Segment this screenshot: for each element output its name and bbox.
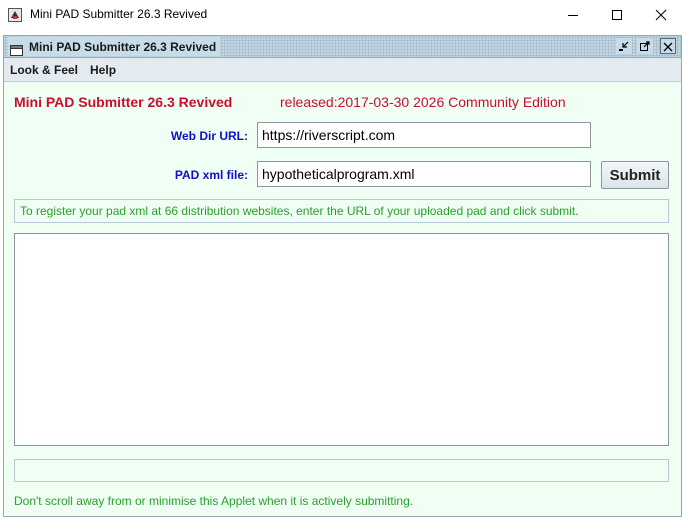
pad-xml-file-label: PAD xml file: [174, 168, 248, 182]
submit-button[interactable]: Submit [601, 161, 669, 189]
frame-maximize-button[interactable] [637, 38, 653, 54]
internal-frame: Mini PAD Submitter 26.3 Revived Look & F… [3, 35, 682, 517]
internal-frame-title-bar[interactable]: Mini PAD Submitter 26.3 Revived [4, 36, 681, 58]
pad-xml-file-input[interactable] [257, 161, 591, 187]
app-heading: Mini PAD Submitter 26.3 Revived [14, 94, 233, 110]
minimize-icon [567, 6, 579, 25]
iconify-icon [618, 37, 630, 56]
restore-icon [639, 37, 651, 56]
menu-help[interactable]: Help [84, 63, 122, 77]
close-icon [663, 37, 673, 56]
menu-look-and-feel[interactable]: Look & Feel [4, 63, 84, 77]
maximize-icon [611, 6, 623, 25]
iconify-button[interactable] [616, 38, 632, 54]
close-icon [655, 6, 667, 25]
status-bar [14, 459, 669, 482]
internal-frame-title-label: Mini PAD Submitter 26.3 Revived [8, 37, 221, 56]
window-minimize-button[interactable] [550, 0, 596, 30]
output-log-area[interactable] [14, 233, 669, 446]
window-maximize-button[interactable] [594, 0, 640, 30]
web-dir-url-input[interactable] [257, 122, 591, 148]
frame-close-button[interactable] [660, 38, 676, 54]
frame-icon [10, 41, 23, 56]
web-dir-url-label: Web Dir URL: [170, 129, 248, 143]
window-close-button[interactable] [638, 0, 684, 30]
footer-warning: Don't scroll away from or minimise this … [14, 494, 414, 508]
info-message: To register your pad xml at 66 distribut… [14, 199, 669, 223]
menu-bar: Look & Feel Help [4, 58, 681, 82]
java-app-icon [8, 7, 22, 22]
window-title: Mini PAD Submitter 26.3 Revived [30, 7, 208, 21]
internal-frame-title: Mini PAD Submitter 26.3 Revived [29, 39, 217, 54]
release-info: released:2017-03-30 2026 Community Editi… [280, 94, 566, 110]
window-title-bar[interactable]: Mini PAD Submitter 26.3 Revived [0, 0, 684, 30]
